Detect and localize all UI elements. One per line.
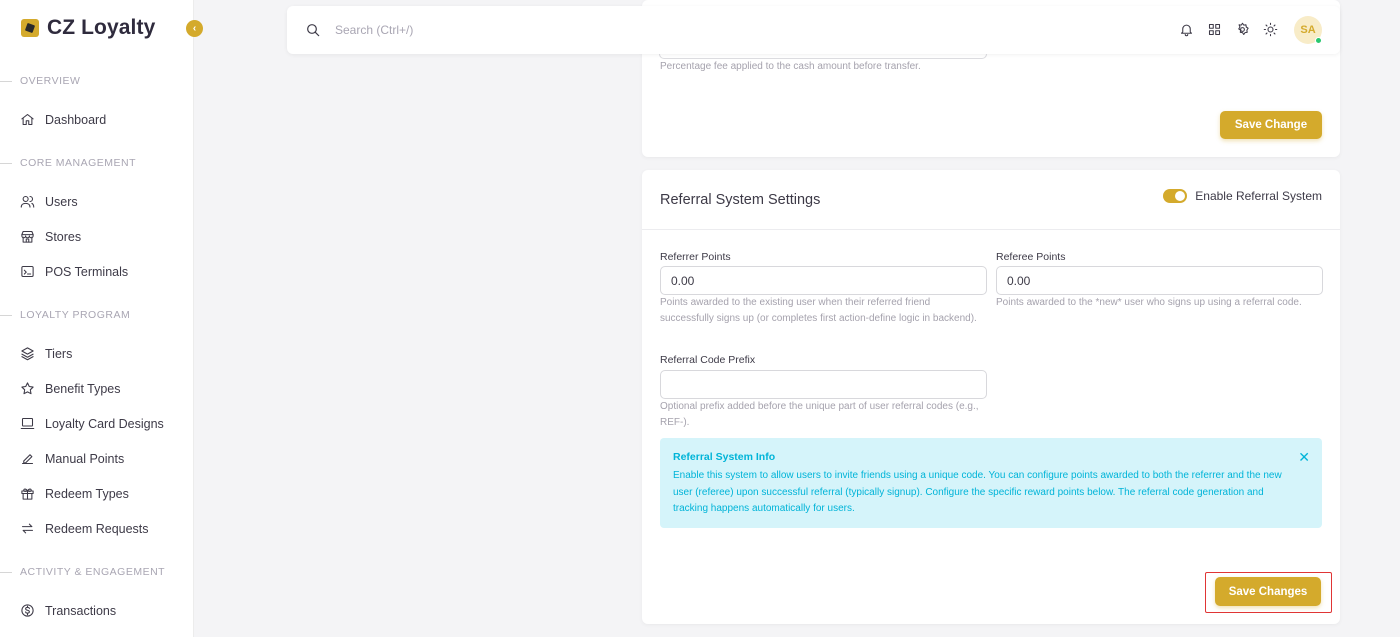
sidebar-collapse-button[interactable]: ‹ <box>186 20 203 37</box>
close-icon[interactable]: ✕ <box>1298 449 1310 466</box>
toggle-switch[interactable] <box>1163 189 1188 203</box>
sidebar-item-label: POS Terminals <box>45 264 129 279</box>
brand-name: CZ Loyalty <box>47 16 156 39</box>
referrer-points-help: Points awarded to the existing user when… <box>660 297 977 324</box>
enable-referral-toggle[interactable]: Enable Referral System <box>1163 189 1322 203</box>
section-overview: OVERVIEW <box>0 75 80 87</box>
sidebar: CZ Loyalty OVERVIEW Dashboard CORE MANAG… <box>0 0 194 637</box>
brand-logo-icon <box>21 19 39 37</box>
topbar-actions <box>1179 22 1278 37</box>
grid-icon[interactable] <box>1207 22 1222 37</box>
sidebar-item-label: Redeem Types <box>45 486 129 501</box>
referee-points-label: Referee Points <box>996 251 1066 263</box>
sidebar-item-label: Manual Points <box>45 451 125 466</box>
sidebar-item-manual-points[interactable]: Manual Points <box>20 451 124 466</box>
card-title: Referral System Settings <box>660 192 821 208</box>
sidebar-item-redeem-requests[interactable]: Redeem Requests <box>20 521 149 536</box>
sidebar-item-label: Tiers <box>45 346 73 361</box>
gear-icon[interactable] <box>1235 22 1250 37</box>
section-label: ACTIVITY & ENGAGEMENT <box>20 566 166 578</box>
avatar[interactable]: SA <box>1294 16 1322 44</box>
sidebar-item-label: Benefit Types <box>45 381 121 396</box>
section-label: OVERVIEW <box>20 75 81 87</box>
sidebar-item-stores[interactable]: Stores <box>20 229 81 244</box>
section-activity-engagement: ACTIVITY & ENGAGEMENT <box>0 566 165 578</box>
section-loyalty-program: LOYALTY PROGRAM <box>0 309 130 321</box>
transfer-fee-help: Percentage fee applied to the cash amoun… <box>660 61 921 72</box>
referral-code-prefix-help: Optional prefix added before the unique … <box>660 401 979 428</box>
sidebar-item-loyalty-card-designs[interactable]: Loyalty Card Designs <box>20 416 164 431</box>
referral-code-prefix-input[interactable] <box>660 370 987 399</box>
sidebar-item-label: Stores <box>45 229 82 244</box>
card-divider <box>642 229 1340 230</box>
store-icon <box>20 229 35 244</box>
bell-icon[interactable] <box>1179 22 1194 37</box>
info-alert-title: Referral System Info <box>673 451 776 463</box>
section-label: LOYALTY PROGRAM <box>20 309 131 321</box>
star-icon <box>20 381 35 396</box>
sidebar-item-label: Transactions <box>45 603 117 618</box>
referee-points-help: Points awarded to the *new* user who sig… <box>996 297 1302 308</box>
dollar-icon <box>20 603 35 618</box>
swap-icon <box>20 521 35 536</box>
pencil-icon <box>20 451 35 466</box>
online-status-dot <box>1315 37 1322 44</box>
sidebar-item-pos-terminals[interactable]: POS Terminals <box>20 264 128 279</box>
terminal-icon <box>20 264 35 279</box>
card-icon <box>20 416 35 431</box>
sun-icon[interactable] <box>1263 22 1278 37</box>
sidebar-item-benefit-types[interactable]: Benefit Types <box>20 381 121 396</box>
section-label: CORE MANAGEMENT <box>20 157 137 169</box>
sidebar-item-redeem-types[interactable]: Redeem Types <box>20 486 129 501</box>
referral-info-alert: Referral System Info Enable this system … <box>660 438 1322 528</box>
sidebar-item-label: Dashboard <box>45 112 107 127</box>
highlight-box <box>1205 572 1332 613</box>
search-input[interactable] <box>335 18 635 42</box>
sidebar-item-dashboard[interactable]: Dashboard <box>20 112 106 127</box>
referee-points-input[interactable] <box>996 266 1323 295</box>
sidebar-item-users[interactable]: Users <box>20 194 78 209</box>
avatar-initials: SA <box>1300 24 1316 36</box>
info-alert-text: Enable this system to allow users to inv… <box>673 470 1282 514</box>
referrer-points-input[interactable] <box>660 266 987 295</box>
layers-icon <box>20 346 35 361</box>
topbar: SA <box>287 6 1340 54</box>
referrer-points-label: Referrer Points <box>660 251 731 263</box>
sidebar-item-label: Redeem Requests <box>45 521 149 536</box>
referral-settings-card: Referral System Settings Enable Referral… <box>642 170 1340 624</box>
users-icon <box>20 194 35 209</box>
save-change-button[interactable]: Save Change <box>1220 111 1322 139</box>
sidebar-item-tiers[interactable]: Tiers <box>20 346 72 361</box>
sidebar-item-label: Users <box>45 194 78 209</box>
sidebar-item-label: Loyalty Card Designs <box>45 416 164 431</box>
search-icon[interactable] <box>305 22 321 38</box>
toggle-label: Enable Referral System <box>1195 189 1322 203</box>
home-icon <box>20 112 35 127</box>
sidebar-item-transactions[interactable]: Transactions <box>20 603 116 618</box>
referral-code-prefix-label: Referral Code Prefix <box>660 354 756 366</box>
section-core-management: CORE MANAGEMENT <box>0 157 136 169</box>
brand[interactable]: CZ Loyalty <box>21 16 155 40</box>
gift-icon <box>20 486 35 501</box>
